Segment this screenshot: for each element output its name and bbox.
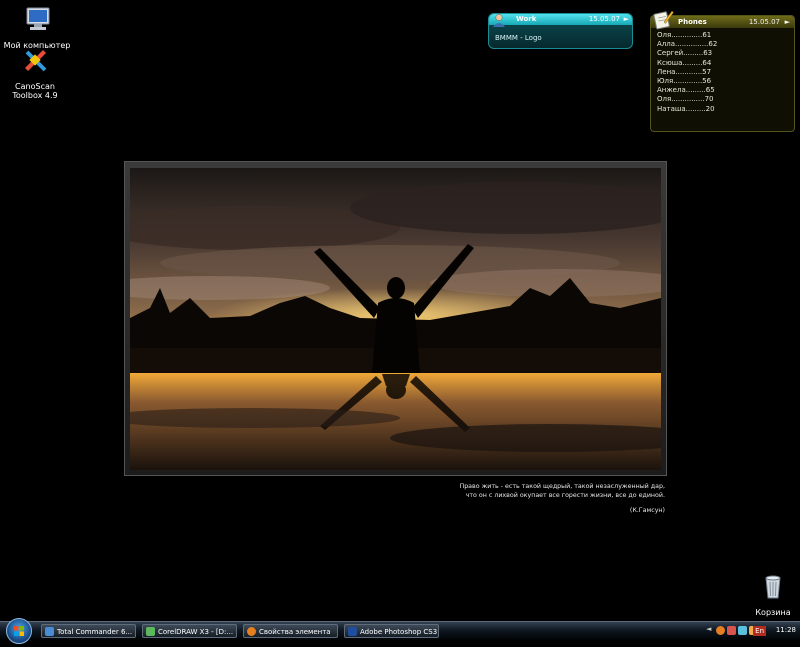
phones-entry: Анжела.........65 <box>657 86 715 95</box>
desktop-icon-label: CanoScan Toolbox 4.9 <box>12 82 58 100</box>
taskbar-button-label: CorelDRAW X3 - [D:... <box>158 628 234 636</box>
desktop-icon-canoscan[interactable]: CanoScan Toolbox 4.9 <box>0 44 70 100</box>
network-icon[interactable] <box>738 626 747 635</box>
language-indicator[interactable]: En <box>753 626 766 636</box>
taskbar-button-coreldraw[interactable]: CorelDRAW X3 - [D:... <box>142 624 237 638</box>
wallpaper-quote: Право жить - есть такой щедрый, такой не… <box>420 482 665 515</box>
work-gadget-text: BMMM - Logo <box>495 34 542 42</box>
quote-line: Право жить - есть такой щедрый, такой не… <box>459 483 665 490</box>
arrow-right-icon[interactable]: ► <box>785 18 790 26</box>
desktop-icon-recycle-bin[interactable]: Корзина <box>738 570 800 617</box>
total-commander-icon <box>45 627 54 636</box>
phones-entry: Алла...............62 <box>657 40 718 49</box>
phones-entry: Юля.............56 <box>657 77 712 86</box>
phones-entry: Оля..............61 <box>657 31 712 39</box>
system-tray: ◄ En 11:28 <box>700 622 800 641</box>
user-avatar-icon <box>493 14 505 27</box>
recycle-bin-icon <box>765 575 781 599</box>
firefox-icon <box>247 627 256 636</box>
work-gadget-date: 15.05.07 <box>588 15 620 23</box>
desktop-icon-label: Корзина <box>755 608 791 617</box>
phones-entry: Ксюша.........64 <box>657 58 712 67</box>
windows-logo-icon <box>14 626 24 636</box>
sunset-photo <box>130 168 661 470</box>
work-gadget-title: Work <box>516 15 537 23</box>
phones-entry: Оля...............70 <box>657 95 714 104</box>
phones-entry: Наташа.........20 <box>657 104 715 113</box>
phones-entry: Лена............57 <box>657 67 712 76</box>
canoscan-toolbox-icon <box>25 50 47 72</box>
taskbar-button-label: Total Commander 6... <box>57 628 133 636</box>
arrow-right-icon[interactable]: ► <box>624 15 629 23</box>
clock[interactable]: 11:28 <box>776 626 796 634</box>
chevron-left-icon[interactable]: ◄ <box>706 625 715 634</box>
tray-app-icon[interactable] <box>727 626 736 635</box>
sunset-silhouette-image <box>130 168 661 470</box>
taskbar-button-photoshop[interactable]: Adobe Photoshop CS3 <box>344 624 439 638</box>
desktop-icon-my-computer[interactable]: Мой компьютер <box>2 3 72 50</box>
photoshop-icon <box>348 627 357 636</box>
start-button[interactable] <box>6 618 32 644</box>
phones-list: Оля..............61 Алла...............6… <box>651 28 794 114</box>
computer-icon <box>26 7 50 30</box>
phones-gadget-title: Phones <box>678 18 707 26</box>
quote-author: (К.Гамсун) <box>629 507 665 514</box>
work-gadget-header: Work 15.05.07 ► <box>489 14 632 25</box>
work-gadget[interactable]: Work 15.05.07 ► BMMM - Logo <box>488 13 633 49</box>
wallpaper-photo-frame <box>124 161 667 476</box>
taskbar-button-total-commander[interactable]: Total Commander 6... <box>41 624 136 638</box>
phones-gadget[interactable]: Phones 15.05.07 ► Оля..............61 Ал… <box>650 15 795 132</box>
taskbar-button-label: Свойства элемента <box>259 628 331 636</box>
phones-gadget-date: 15.05.07 <box>748 18 780 26</box>
phones-entry: Сергей.........63 <box>657 49 713 58</box>
taskbar-button-properties[interactable]: Свойства элемента <box>243 624 338 638</box>
taskbar: Total Commander 6... CorelDRAW X3 - [D:.… <box>0 618 800 644</box>
firefox-tray-icon[interactable] <box>716 626 725 635</box>
quote-line: что он с лихвой окупает все горести жизн… <box>465 492 665 499</box>
notepad-pen-icon <box>653 10 674 30</box>
coreldraw-icon <box>146 627 155 636</box>
taskbar-button-label: Adobe Photoshop CS3 <box>360 628 438 636</box>
